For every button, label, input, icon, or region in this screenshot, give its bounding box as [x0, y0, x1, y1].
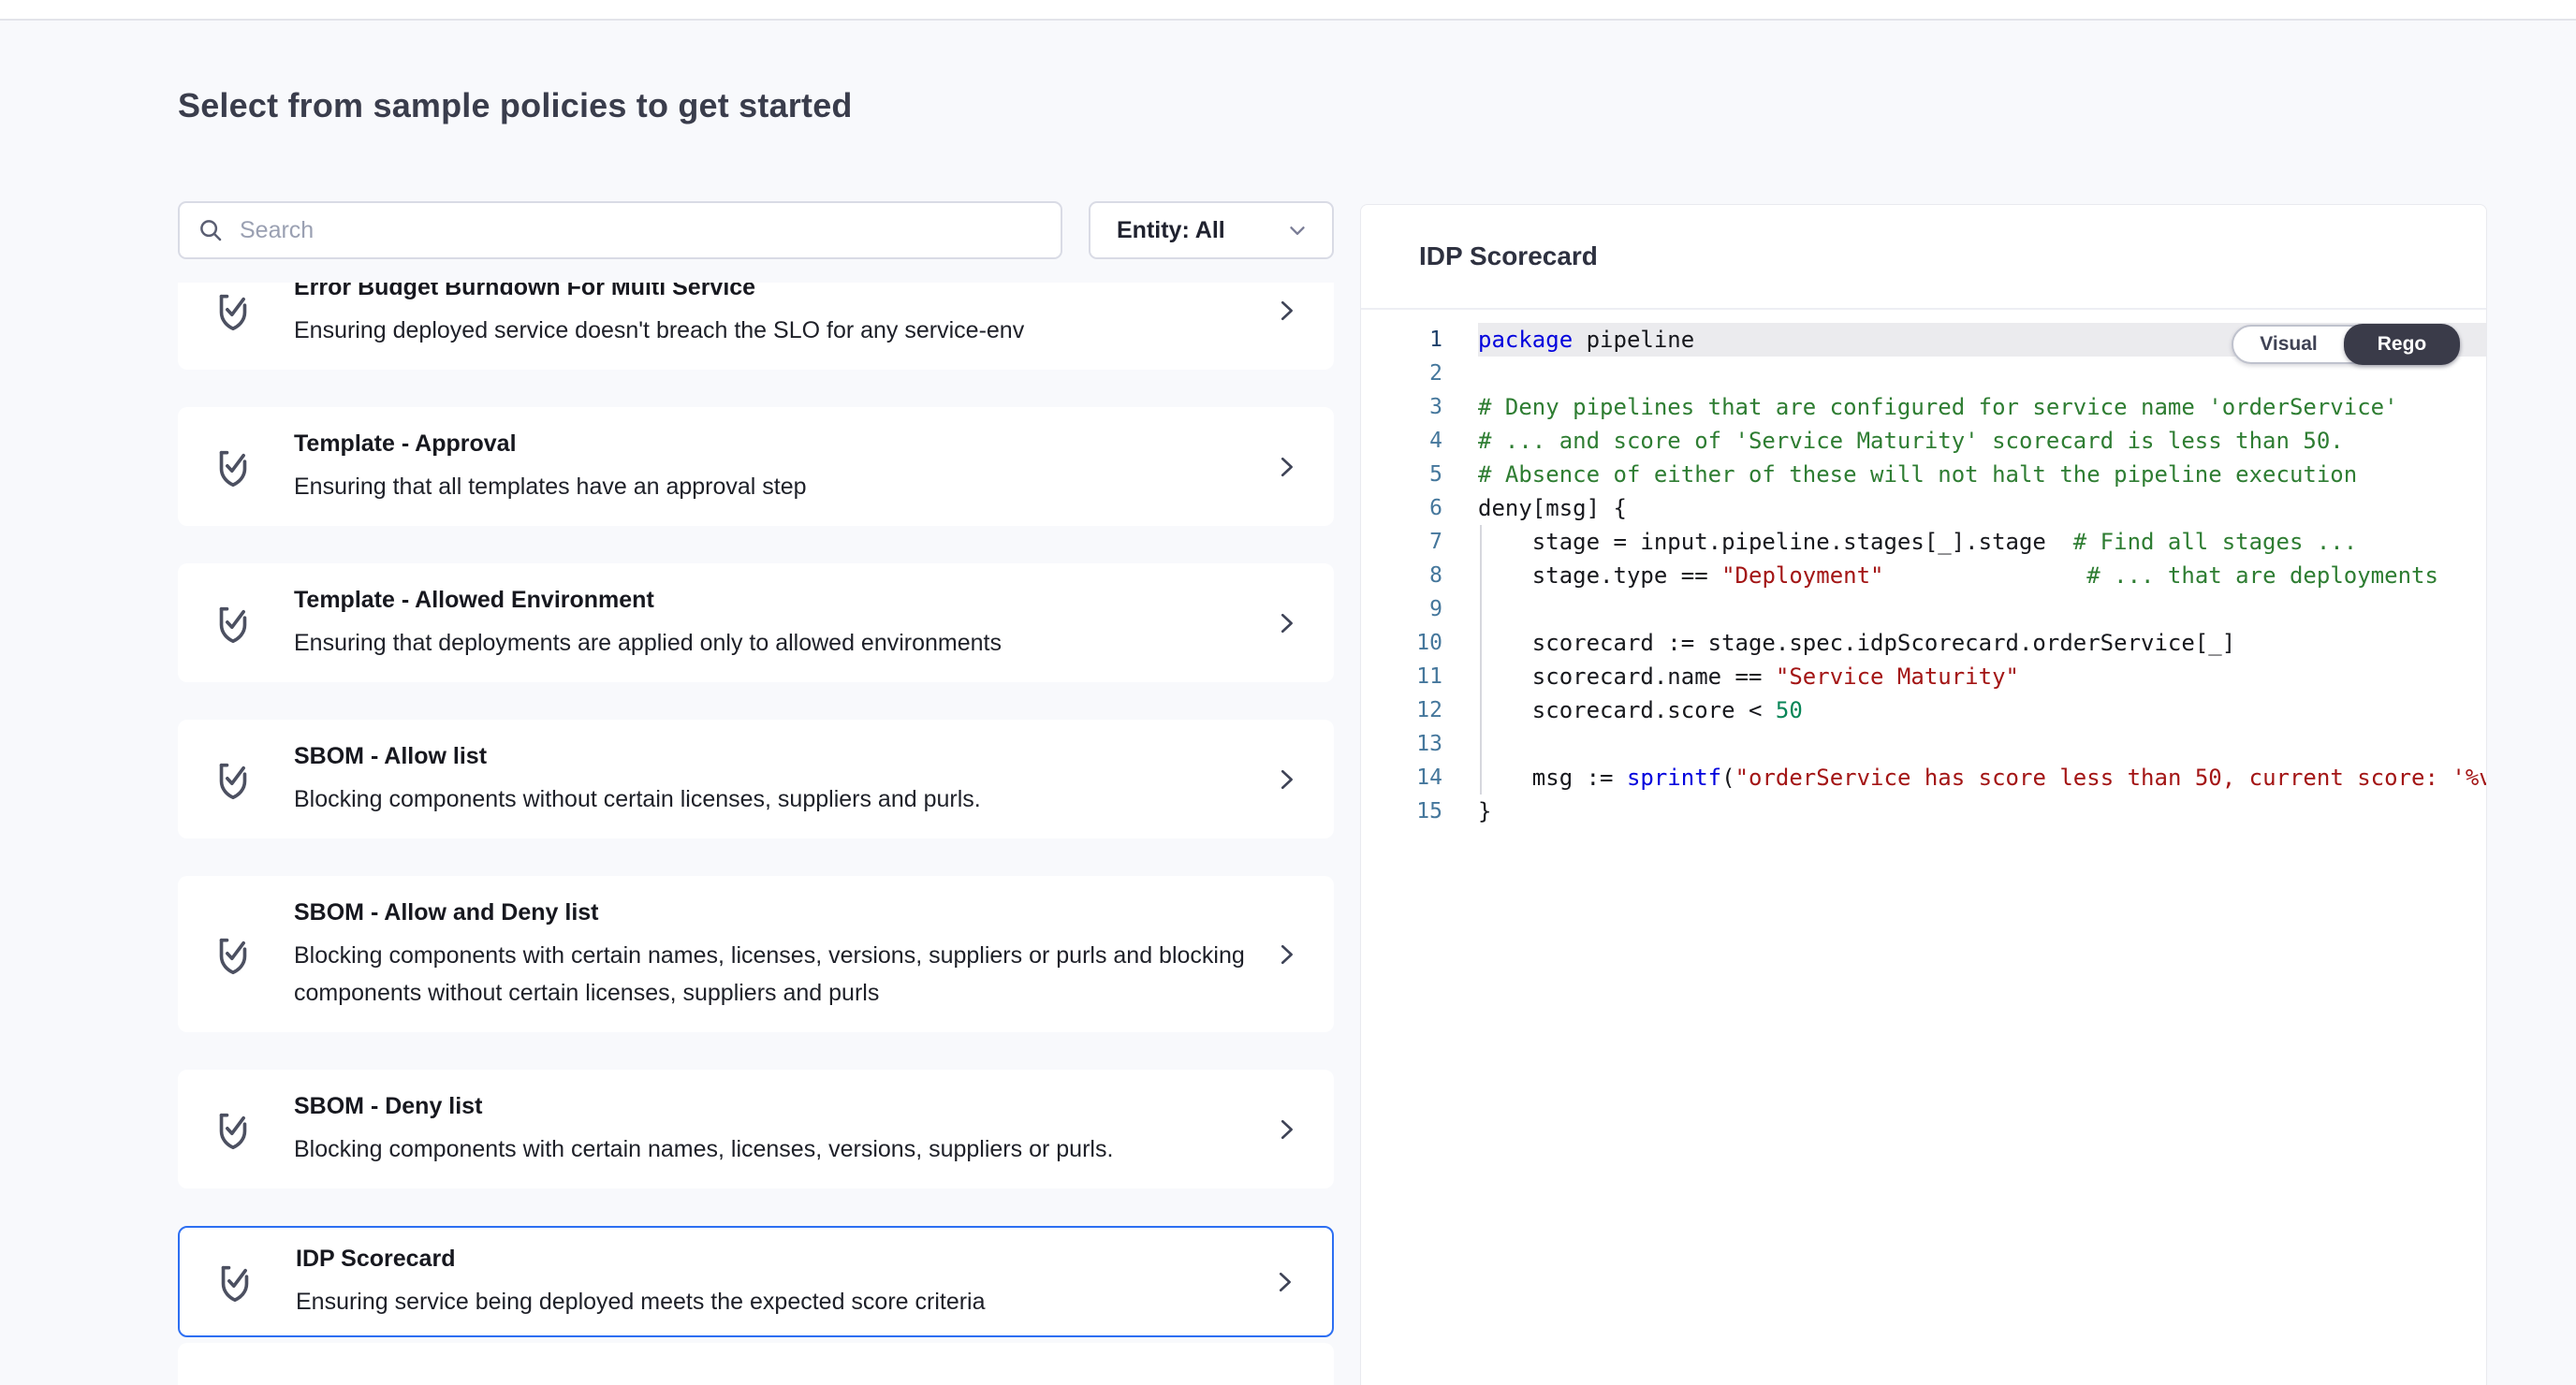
line-number: 4 — [1361, 424, 1478, 458]
policy-title: Template - Approval — [294, 428, 1250, 459]
line-number: 15 — [1361, 795, 1478, 828]
line-number: 12 — [1361, 693, 1478, 727]
detail-header: IDP Scorecard — [1361, 205, 2486, 310]
chevron-down-icon — [1285, 218, 1310, 242]
toggle-rego-button[interactable]: Rego — [2344, 324, 2460, 365]
shield-check-icon — [212, 443, 255, 491]
rego-code-editor: Visual Rego 1package pipeline23# Deny pi… — [1361, 310, 2486, 828]
line-number: 5 — [1361, 458, 1478, 491]
policy-title: Error Budget Burndown For Multi Service — [294, 283, 1250, 303]
top-divider-bar — [0, 0, 2576, 21]
policy-detail-panel: IDP Scorecard Visual Rego 1package pipel… — [1360, 204, 2487, 1385]
policy-title: SBOM - Deny list — [294, 1090, 1250, 1122]
search-icon — [197, 216, 225, 244]
code-line: 6deny[msg] { — [1361, 491, 2486, 525]
policy-description: Ensuring that all templates have an appr… — [294, 468, 1250, 505]
policy-list-item[interactable]: SBOM - Allow list Blocking components wi… — [178, 720, 1334, 838]
shield-check-icon — [212, 599, 255, 648]
policy-list-item[interactable]: Template - Approval Ensuring that all te… — [178, 407, 1334, 526]
detail-title: IDP Scorecard — [1419, 241, 1598, 271]
shield-check-icon — [212, 286, 255, 335]
line-number: 10 — [1361, 626, 1478, 660]
line-number: 14 — [1361, 761, 1478, 795]
shield-check-icon — [212, 930, 255, 979]
page-title: Select from sample policies to get start… — [178, 86, 853, 125]
policy-list-item-partial[interactable] — [178, 1343, 1334, 1385]
chevron-right-icon — [1272, 1114, 1300, 1145]
entity-filter-label: Entity: All — [1117, 217, 1225, 244]
code-line: 14 msg := sprintf("orderService has scor… — [1361, 761, 2486, 795]
policy-title: IDP Scorecard — [296, 1243, 1248, 1275]
code-line: 9 — [1361, 592, 2486, 626]
policy-description: Blocking components with certain names, … — [294, 937, 1250, 1012]
line-number: 7 — [1361, 525, 1478, 559]
entity-filter-dropdown[interactable]: Entity: All — [1089, 201, 1334, 259]
policy-description: Ensuring that deployments are applied on… — [294, 624, 1250, 662]
chevron-right-icon — [1272, 939, 1300, 970]
line-number: 3 — [1361, 390, 1478, 424]
code-line: 4# ... and score of 'Service Maturity' s… — [1361, 424, 2486, 458]
code-line: 5# Absence of either of these will not h… — [1361, 458, 2486, 491]
code-line: 8 stage.type == "Deployment" # ... that … — [1361, 559, 2486, 592]
line-number: 9 — [1361, 592, 1478, 626]
shield-check-icon — [212, 1105, 255, 1154]
policy-list-item[interactable]: SBOM - Deny list Blocking components wit… — [178, 1070, 1334, 1188]
line-number: 6 — [1361, 491, 1478, 525]
policy-title: Template - Allowed Environment — [294, 584, 1250, 616]
code-line: 13 — [1361, 727, 2486, 761]
search-input[interactable] — [240, 217, 1044, 244]
shield-check-icon — [212, 755, 255, 804]
code-line: 7 stage = input.pipeline.stages[_].stage… — [1361, 525, 2486, 559]
shield-check-icon — [213, 1258, 256, 1306]
line-number: 2 — [1361, 357, 1478, 390]
policy-description: Blocking components without certain lice… — [294, 780, 1250, 818]
line-number: 11 — [1361, 660, 1478, 693]
policy-list-item[interactable]: SBOM - Allow and Deny list Blocking comp… — [178, 876, 1334, 1032]
search-box[interactable] — [178, 201, 1062, 259]
chevron-right-icon — [1270, 1266, 1298, 1298]
code-line: 3# Deny pipelines that are configured fo… — [1361, 390, 2486, 424]
line-number: 8 — [1361, 559, 1478, 592]
line-number: 13 — [1361, 727, 1478, 761]
toggle-visual-button[interactable]: Visual — [2233, 327, 2344, 362]
list-controls: Entity: All — [178, 201, 1334, 259]
code-line: 15} — [1361, 795, 2486, 828]
policy-description: Ensuring deployed service doesn't breach… — [294, 312, 1250, 349]
chevron-right-icon — [1272, 764, 1300, 795]
chevron-right-icon — [1272, 607, 1300, 639]
chevron-right-icon — [1272, 451, 1300, 483]
policy-title: SBOM - Allow list — [294, 740, 1250, 772]
policy-description: Blocking components with certain names, … — [294, 1130, 1250, 1168]
code-line: 12 scorecard.score < 50 — [1361, 693, 2486, 727]
policy-list-item[interactable]: Template - Allowed Environment Ensuring … — [178, 563, 1334, 682]
policy-title: SBOM - Allow and Deny list — [294, 897, 1250, 928]
policy-list: Error Budget Burndown For Multi Service … — [178, 283, 1334, 1385]
indent-guide — [1480, 525, 1482, 795]
policy-list-item[interactable]: Error Budget Burndown For Multi Service … — [178, 283, 1334, 370]
code-line: 11 scorecard.name == "Service Maturity" — [1361, 660, 2486, 693]
policy-list-item[interactable]: IDP Scorecard Ensuring service being dep… — [178, 1226, 1334, 1337]
code-line: 10 scorecard := stage.spec.idpScorecard.… — [1361, 626, 2486, 660]
policy-description: Ensuring service being deployed meets th… — [296, 1283, 1248, 1320]
chevron-right-icon — [1272, 295, 1300, 327]
code-view-toggle: Visual Rego — [2232, 325, 2460, 364]
line-number: 1 — [1361, 323, 1478, 357]
